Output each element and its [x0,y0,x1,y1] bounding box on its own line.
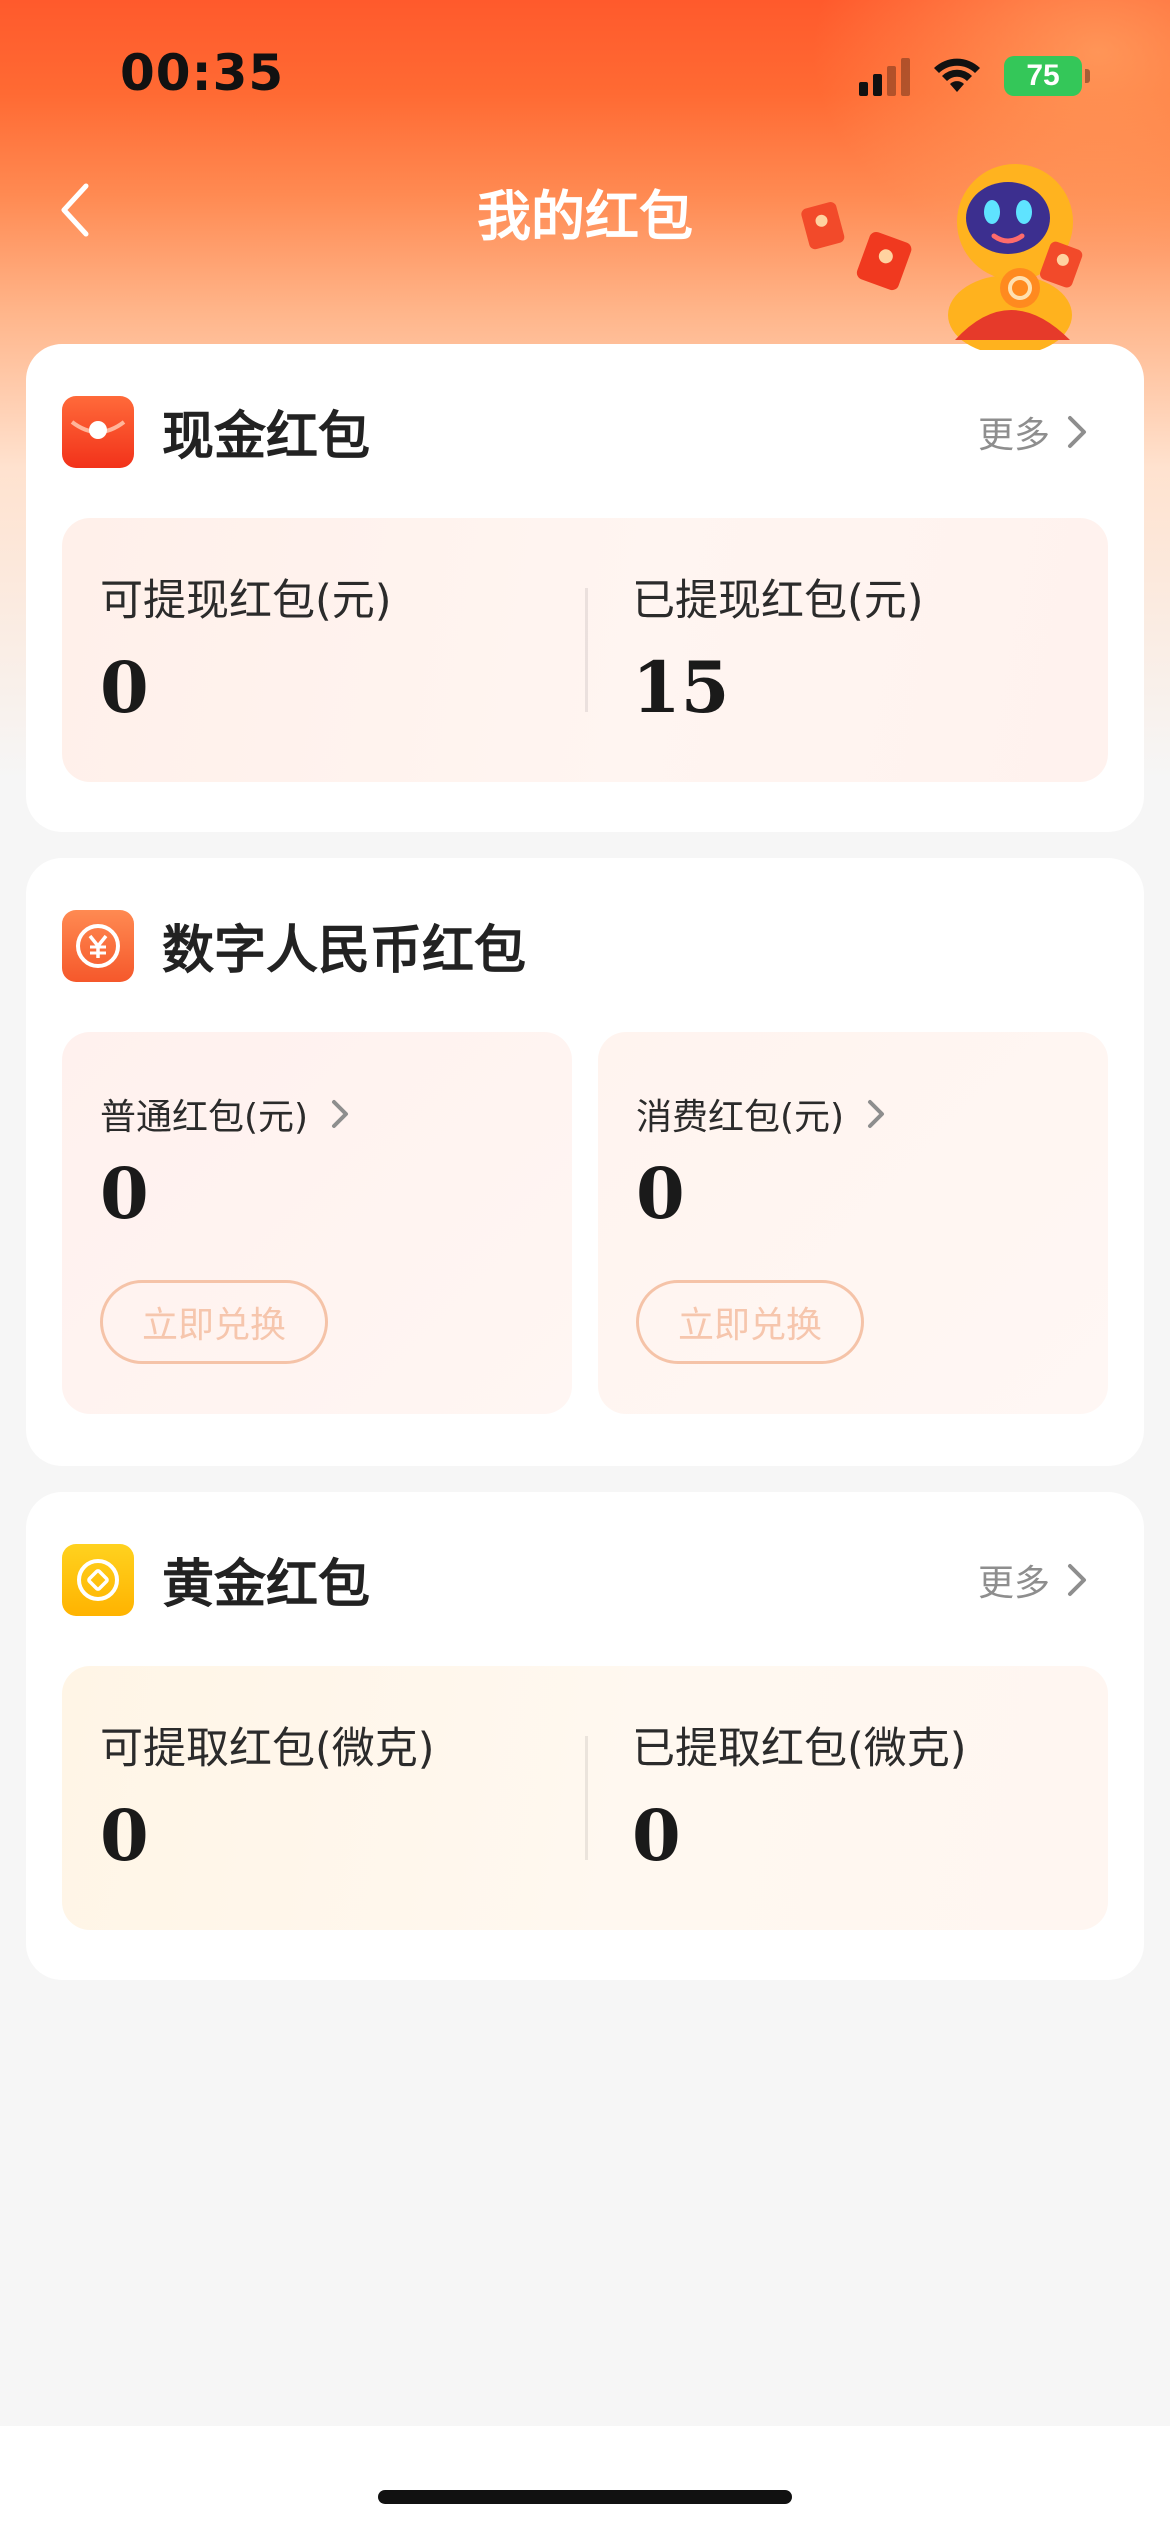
cellular-signal-icon [859,56,910,96]
status-icons: 75 [859,56,1090,96]
cash-withdrawable-stat[interactable]: 可提现红包(元) 0 [100,566,392,729]
digital-rmb-card-header: 数字人民币红包 [62,908,526,983]
gold-withdrawn-stat[interactable]: 已提取红包(微克) 0 [632,1714,967,1877]
gold-withdrawable-stat[interactable]: 可提取红包(微克) 0 [100,1714,435,1877]
more-label: 更多 [977,415,1050,456]
nav-bar: 我的红包 [0,150,1170,350]
digital-rmb-card: 数字人民币红包 普通红包(元) 0 立即兑换 消费红包(元) 0 立即兑换 [26,858,1144,1466]
wifi-icon [934,58,980,92]
battery-icon: 75 [1004,56,1090,96]
gold-more-link[interactable]: 更多 [978,1554,1088,1606]
normal-envelope-value: 0 [100,1152,149,1235]
status-bar: 00:35 75 [0,0,1170,150]
robot-mascot-illustration [801,164,1083,350]
stat-value: 0 [632,1794,681,1877]
chevron-right-icon [332,1100,349,1128]
consumption-envelope-link[interactable]: 消费红包(元) [636,1088,886,1140]
normal-envelope-panel: 普通红包(元) 0 立即兑换 [62,1032,572,1414]
consumption-envelope-label: 消费红包(元) [636,1097,845,1138]
consumption-envelope-panel: 消费红包(元) 0 立即兑换 [598,1032,1108,1414]
gold-red-envelope-card: 黄金红包 更多 可提取红包(微克) 0 已提取红包(微克) 0 [26,1492,1144,1980]
battery-level: 75 [1004,56,1082,96]
gold-stats-panel: 可提取红包(微克) 0 已提取红包(微克) 0 [62,1666,1108,1930]
normal-exchange-button[interactable]: 立即兑换 [100,1280,328,1364]
digital-rmb-card-title: 数字人民币红包 [162,921,527,981]
stat-value: 0 [100,1794,149,1877]
cash-card-header: 现金红包 [62,394,370,469]
chevron-right-icon [1068,416,1086,448]
divider [585,1736,588,1860]
divider [585,588,588,712]
home-indicator[interactable] [378,2490,792,2504]
bottom-safe-area [0,2426,1170,2532]
chevron-right-icon [868,1100,885,1128]
stat-label: 已提取红包(微克) [632,1724,967,1774]
cash-more-link[interactable]: 更多 [978,406,1088,458]
gold-card-header: 黄金红包 [62,1542,370,1617]
normal-envelope-label: 普通红包(元) [100,1097,309,1138]
gold-coin-icon [62,1543,134,1616]
stat-label: 可提取红包(微克) [100,1724,435,1774]
gold-card-title: 黄金红包 [162,1555,371,1615]
digital-rmb-icon [62,909,134,982]
consumption-envelope-value: 0 [636,1152,685,1235]
cash-card-title: 现金红包 [162,407,371,467]
stat-label: 可提现红包(元) [100,576,392,626]
red-envelope-icon [62,395,134,468]
chevron-right-icon [1068,1564,1086,1596]
stat-value: 15 [632,646,730,729]
cash-red-envelope-card: 现金红包 更多 可提现红包(元) 0 已提现红包(元) 15 [26,344,1144,832]
more-label: 更多 [977,1563,1050,1604]
cash-stats-panel: 可提现红包(元) 0 已提现红包(元) 15 [62,518,1108,782]
status-time: 00:35 [120,44,285,102]
normal-envelope-link[interactable]: 普通红包(元) [100,1088,350,1140]
stat-label: 已提现红包(元) [632,576,924,626]
cash-withdrawn-stat[interactable]: 已提现红包(元) 15 [632,566,924,729]
consumption-exchange-button[interactable]: 立即兑换 [636,1280,864,1364]
stat-value: 0 [100,646,149,729]
